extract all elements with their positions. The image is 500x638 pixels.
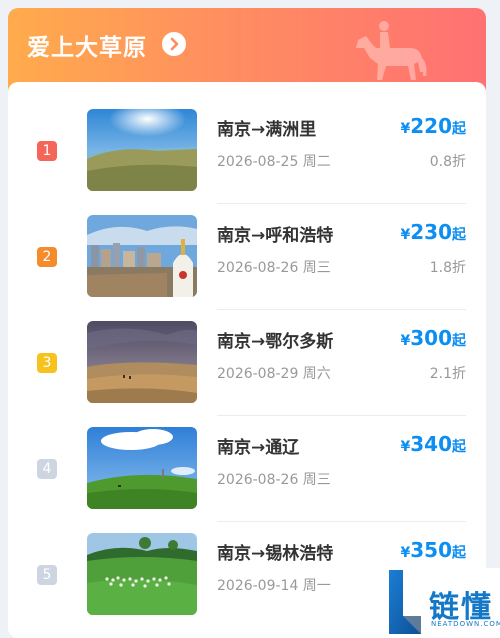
discount-label: 2.1折	[429, 366, 466, 382]
horse-rider-icon	[350, 21, 430, 90]
watermark-logo: 链懂 NEATDOWN.COM	[381, 568, 500, 638]
departure-date: 2026-08-29 周六	[217, 366, 331, 382]
destination-thumbnail	[87, 109, 197, 191]
route-title: 南京→满洲里	[217, 120, 317, 140]
price-value: 230	[410, 220, 452, 244]
destination-thumbnail	[87, 321, 197, 403]
list-item[interactable]: 4 南京→通辽 2026-08-26 周三 ¥340起	[8, 416, 486, 522]
city-temple-photo	[87, 215, 197, 297]
chevron-right-icon	[170, 37, 179, 51]
price-suffix: 起	[452, 545, 466, 561]
rank-badge: 3	[37, 353, 57, 373]
price: ¥230起	[401, 220, 467, 244]
currency-symbol: ¥	[400, 439, 411, 455]
rank-badge: 4	[37, 459, 57, 479]
list-item[interactable]: 1 南京→满洲里 2026-08-25 周二 ¥220起 0.8折	[8, 98, 486, 204]
watermark-subtext: NEATDOWN.COM	[431, 620, 500, 628]
grassland-lake-photo	[87, 109, 197, 191]
price-value: 350	[410, 538, 452, 562]
rank-badge: 5	[37, 565, 57, 585]
currency-symbol: ¥	[400, 121, 411, 137]
route-title: 南京→鄂尔多斯	[217, 332, 334, 352]
rank-badge: 1	[37, 141, 57, 161]
header-more-button[interactable]	[162, 32, 186, 56]
currency-symbol: ¥	[400, 227, 411, 243]
sheep-meadow-photo	[87, 533, 197, 615]
currency-symbol: ¥	[400, 545, 411, 561]
route-title: 南京→呼和浩特	[217, 226, 334, 246]
list-item[interactable]: 3 南京→鄂尔多斯 2026-08-29 周六 ¥300起 2.1折	[8, 310, 486, 416]
rank-badge: 2	[37, 247, 57, 267]
green-hill-photo	[87, 427, 197, 509]
price-suffix: 起	[452, 121, 466, 137]
discount-label: 1.8折	[429, 260, 466, 276]
price-suffix: 起	[452, 227, 466, 243]
route-title: 南京→锡林浩特	[217, 544, 334, 564]
departure-date: 2026-08-26 周三	[217, 472, 331, 488]
header-title: 爱上大草原	[27, 35, 147, 61]
price-value: 340	[410, 432, 452, 456]
price-suffix: 起	[452, 333, 466, 349]
route-list: 1 南京→满洲里 2026-08-25 周二 ¥220起 0.8折 2 南京→呼…	[8, 82, 486, 638]
destination-thumbnail	[87, 215, 197, 297]
destination-thumbnail	[87, 533, 197, 615]
l-logo-icon	[389, 570, 421, 634]
route-title: 南京→通辽	[217, 438, 300, 458]
price: ¥220起	[401, 114, 467, 138]
departure-date: 2026-08-25 周二	[217, 154, 331, 170]
departure-date: 2026-08-26 周三	[217, 260, 331, 276]
price-value: 300	[410, 326, 452, 350]
price-value: 220	[410, 114, 452, 138]
route-card: 爱上大草原 1 南京→满洲里 2026-08-25 周二 ¥220起 0.8折 …	[8, 8, 486, 638]
price: ¥340起	[401, 432, 467, 456]
destination-thumbnail	[87, 427, 197, 509]
discount-label: 0.8折	[429, 154, 466, 170]
price-suffix: 起	[452, 439, 466, 455]
list-item[interactable]: 2 南京→呼和浩特 2026-08-26 周三 ¥230起 1.8折	[8, 204, 486, 310]
currency-symbol: ¥	[400, 333, 411, 349]
desert-storm-photo	[87, 321, 197, 403]
departure-date: 2026-09-14 周一	[217, 578, 331, 594]
price: ¥300起	[401, 326, 467, 350]
price: ¥350起	[401, 538, 467, 562]
